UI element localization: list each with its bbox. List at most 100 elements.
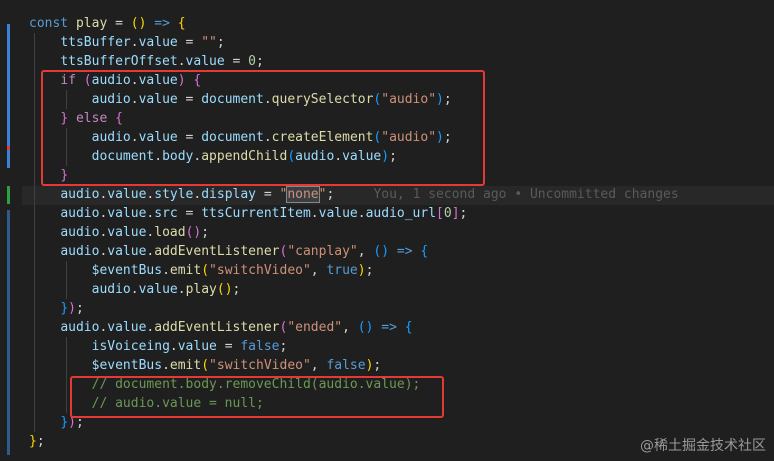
code-token: 0 xyxy=(248,54,256,69)
code-token: value xyxy=(107,206,147,221)
code-line[interactable]: audio.value.load(); xyxy=(29,223,209,242)
code-line[interactable]: $eventBus.emit("switchVideo", false); xyxy=(29,356,382,375)
code-token: value xyxy=(107,225,147,240)
code-token: = xyxy=(224,54,249,69)
code-token: "switchVideo" xyxy=(209,263,311,278)
code-token: . xyxy=(357,206,366,221)
code-token: ; xyxy=(256,54,264,69)
code-line[interactable]: ttsBuffer.value = ""; xyxy=(29,33,224,52)
code-line[interactable]: audio.value.addEventListener("canplay", … xyxy=(29,242,428,261)
code-line[interactable]: }; xyxy=(29,432,45,451)
code-token: audio xyxy=(60,187,100,202)
code-line[interactable]: const play = () => { xyxy=(29,14,186,33)
code-token: false xyxy=(326,358,366,373)
code-token: audio xyxy=(60,320,100,335)
code-token: value xyxy=(318,206,358,221)
code-token: "switchVideo" xyxy=(209,358,311,373)
code-token: { xyxy=(404,320,413,335)
code-token: ; xyxy=(36,434,45,449)
code-token: ; xyxy=(201,225,210,240)
code-token: . xyxy=(177,282,186,297)
code-token: ( xyxy=(201,263,210,278)
code-token: src xyxy=(154,206,178,221)
code-token: ; xyxy=(75,301,84,316)
gutter-change-marker[interactable] xyxy=(7,210,10,455)
highlight-box-commented-lines xyxy=(70,376,444,418)
gutter-deleted-marker[interactable] xyxy=(7,146,10,150)
code-token: false xyxy=(240,339,280,354)
code-token: play xyxy=(185,282,217,297)
code-token: . xyxy=(130,282,139,297)
code-token: ) xyxy=(381,244,390,259)
code-token: . xyxy=(169,339,178,354)
code-token: . xyxy=(162,358,170,373)
code-token: => xyxy=(381,320,397,335)
code-line[interactable]: isVoiceing.value = false; xyxy=(29,337,288,356)
code-token: [ xyxy=(436,206,444,221)
code-token: audio xyxy=(60,225,100,240)
code-token: ; xyxy=(232,282,241,297)
selected-token: none xyxy=(286,186,320,203)
code-token: } xyxy=(60,301,69,316)
code-line[interactable]: audio.value.addEventListener("ended", ()… xyxy=(29,318,413,337)
code-line[interactable]: audio.value.src = ttsCurrentItem.value.a… xyxy=(29,204,467,223)
code-token: value xyxy=(107,244,147,259)
code-token: style xyxy=(154,187,194,202)
code-token: , xyxy=(342,320,358,335)
code-token: load xyxy=(154,225,186,240)
code-token: ( xyxy=(130,16,139,31)
code-line[interactable]: ttsBufferOffset.value = 0; xyxy=(29,52,264,71)
code-token: => xyxy=(154,16,170,31)
code-token: . xyxy=(177,54,186,69)
code-token: , xyxy=(310,358,327,373)
code-token: emit xyxy=(169,263,202,278)
code-token: addEventListener xyxy=(154,320,280,335)
code-token: ; xyxy=(373,358,382,373)
code-token: play xyxy=(75,16,108,31)
code-token: . xyxy=(130,35,139,50)
code-token: audio xyxy=(91,282,131,297)
code-token: audio xyxy=(60,244,100,259)
code-token: } xyxy=(29,434,37,449)
code-token: value xyxy=(107,320,147,335)
gutter-added-marker[interactable] xyxy=(7,186,10,204)
code-line[interactable]: }); xyxy=(29,299,84,318)
code-token: $eventBus xyxy=(91,358,163,373)
code-token: ( xyxy=(216,282,225,297)
code-token: 0 xyxy=(443,206,452,221)
code-token: $eventBus xyxy=(91,263,163,278)
code-token: "" xyxy=(201,35,217,50)
code-token: = xyxy=(177,35,202,50)
code-token: ; xyxy=(279,339,288,354)
code-token: emit xyxy=(169,358,202,373)
code-line[interactable]: $eventBus.emit("switchVideo", true); xyxy=(29,261,374,280)
code-token: { xyxy=(177,16,186,31)
code-token: = xyxy=(107,16,131,31)
code-token: value xyxy=(138,35,178,50)
code-token: audio xyxy=(60,206,100,221)
code-token: display xyxy=(201,187,257,202)
code-line[interactable]: audio.value.style.display = "none"; You,… xyxy=(29,185,679,204)
code-token: ttsCurrentItem xyxy=(201,206,311,221)
code-token: ( xyxy=(201,358,210,373)
code-token: value xyxy=(185,54,225,69)
code-token: value xyxy=(138,282,178,297)
code-token: => xyxy=(396,244,413,259)
code-token: ttsBufferOffset xyxy=(60,54,178,69)
code-token: = xyxy=(216,339,241,354)
code-token: true xyxy=(326,263,358,278)
code-line[interactable]: audio.value.play(); xyxy=(29,280,241,299)
code-token: . xyxy=(162,263,170,278)
